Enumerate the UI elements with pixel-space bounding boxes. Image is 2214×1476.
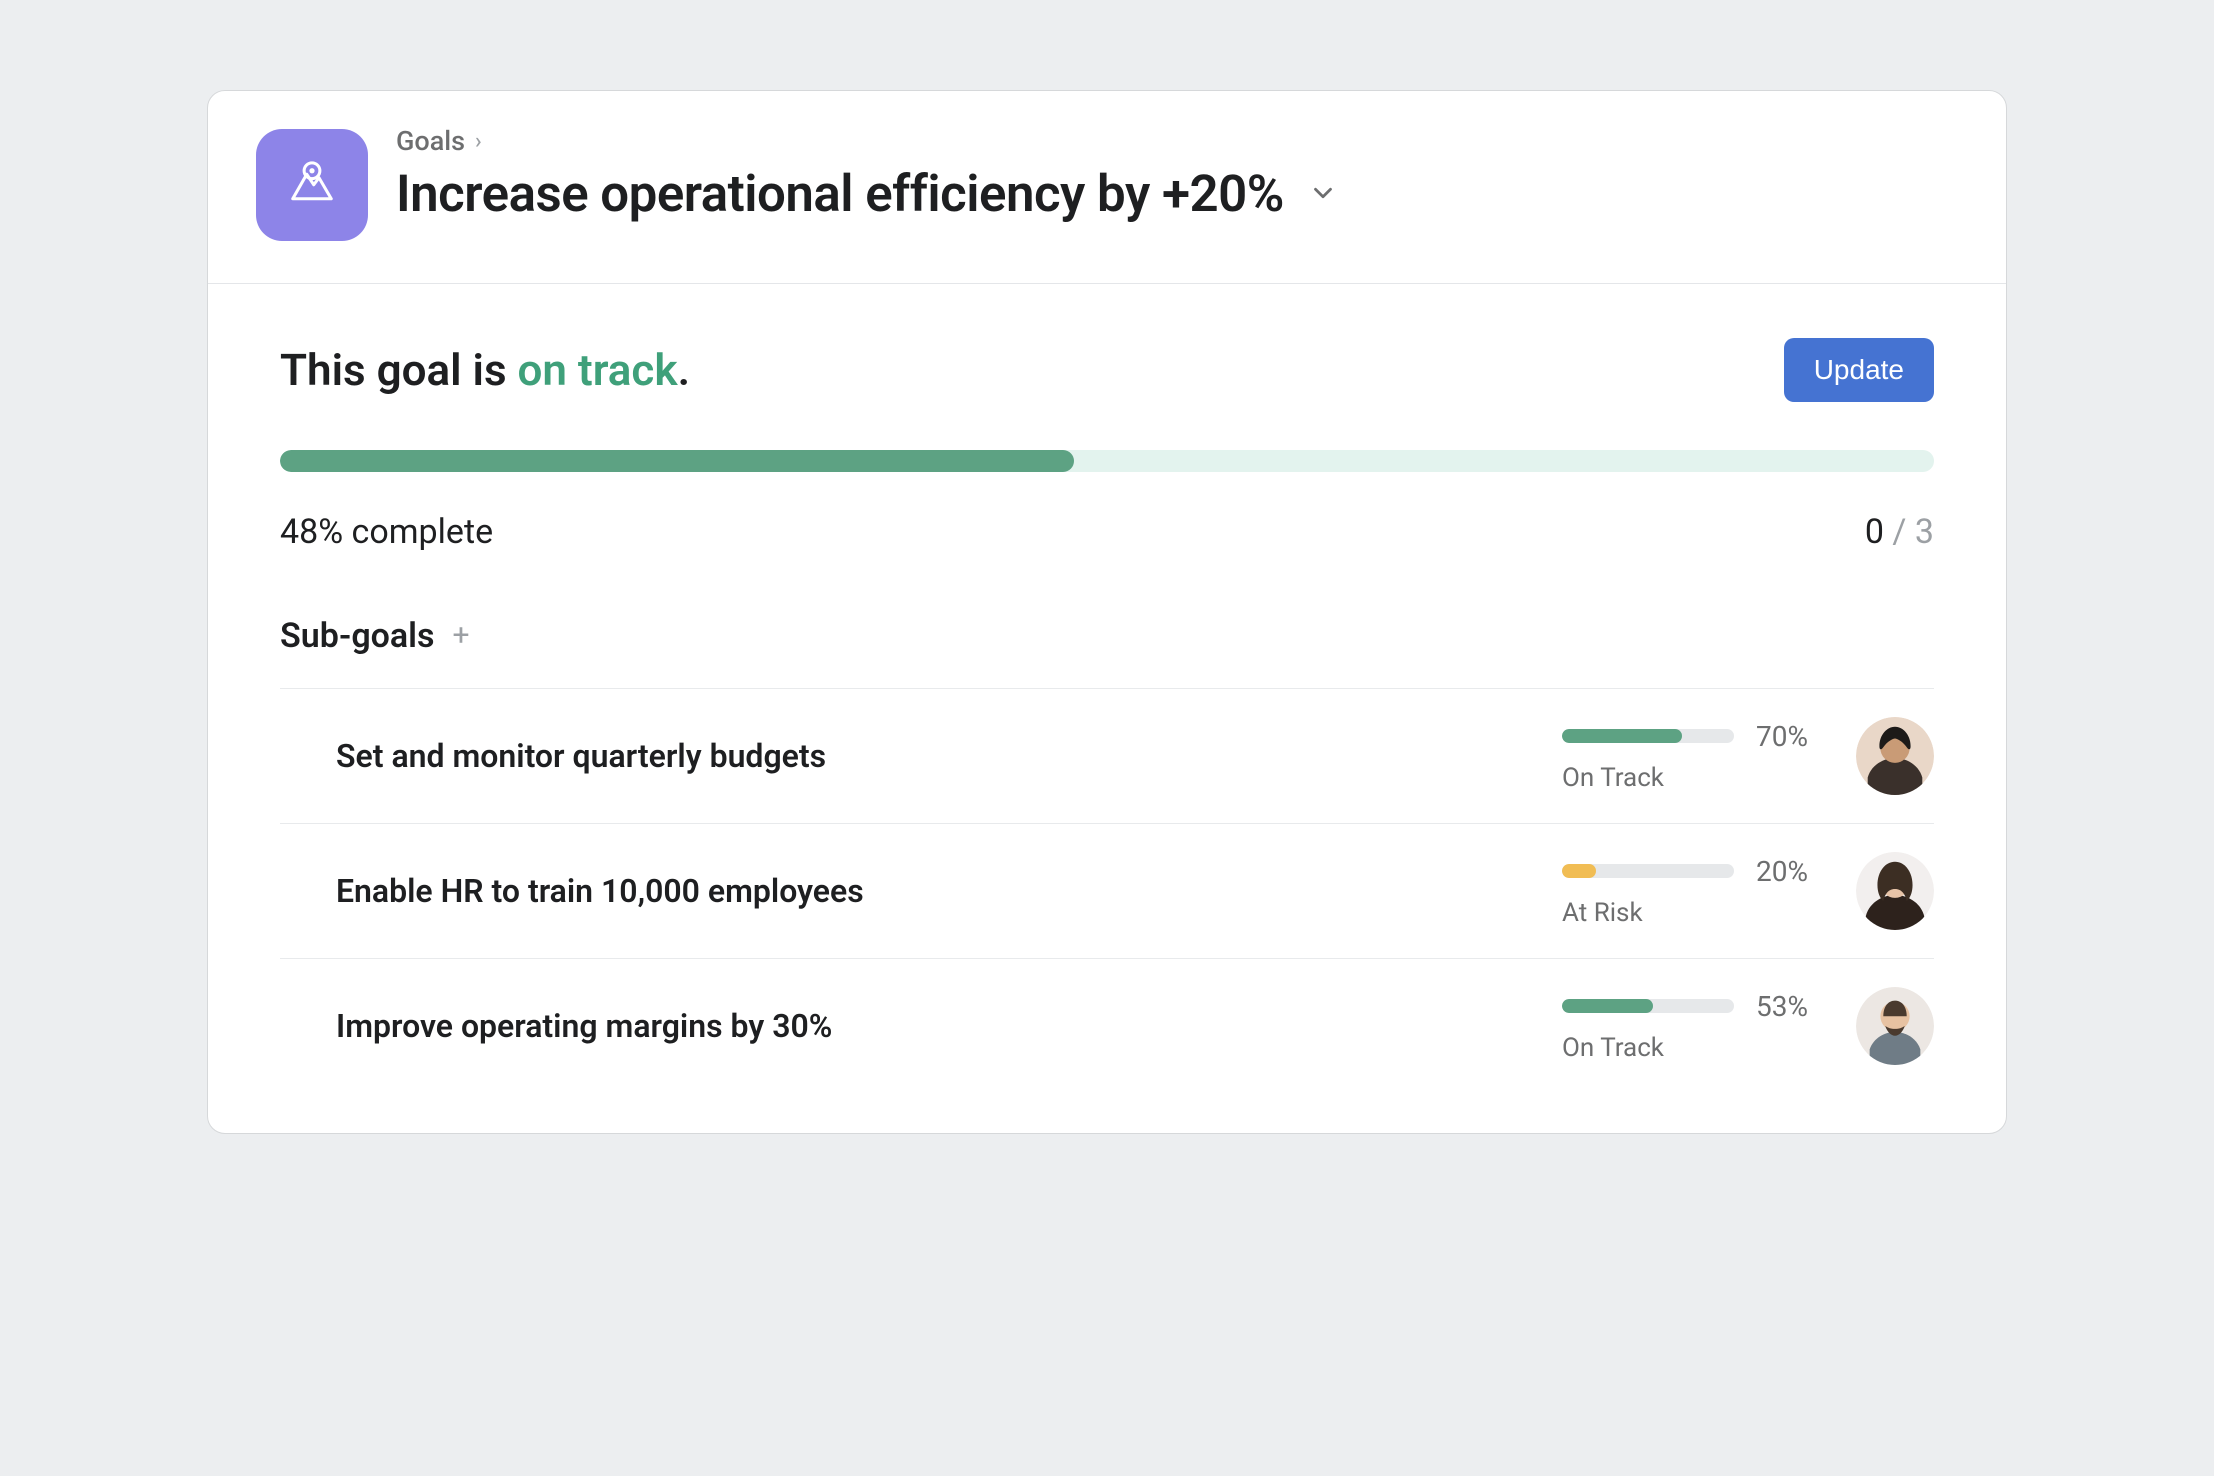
main-progress-bar (280, 450, 1934, 472)
subgoal-percent: 53% (1756, 990, 1820, 1023)
count-total: 3 (1915, 512, 1934, 552)
card-body: This goal is on track. Update 48% comple… (208, 284, 2006, 1133)
mini-progress-bar (1562, 729, 1734, 743)
subgoal-title: Set and monitor quarterly budgets (280, 737, 1538, 775)
page-title: Increase operational efficiency by +20% (396, 165, 1284, 224)
progress-label: 48% complete (280, 512, 493, 552)
goal-icon-tile (256, 129, 368, 241)
mini-progress-fill (1562, 999, 1653, 1013)
subgoal-status: On Track (1562, 1033, 1832, 1063)
subgoal-status: On Track (1562, 763, 1832, 793)
subgoal-progress: 70% On Track (1562, 720, 1832, 793)
subgoal-title: Enable HR to train 10,000 employees (280, 872, 1538, 910)
subgoal-row[interactable]: Set and monitor quarterly budgets 70% On… (280, 688, 1934, 823)
subgoal-status: At Risk (1562, 898, 1832, 928)
goal-detail-card: Goals › Increase operational efficiency … (207, 90, 2007, 1134)
status-suffix: . (678, 344, 691, 396)
count-completed: 0 (1865, 512, 1884, 552)
mini-progress-bar (1562, 864, 1734, 878)
subgoals-title: Sub-goals (280, 616, 434, 656)
subgoal-row[interactable]: Improve operating margins by 30% 53% On … (280, 958, 1934, 1093)
status-prefix: This goal is (280, 344, 518, 396)
subgoals-header: Sub-goals + (280, 616, 1934, 656)
mini-progress-bar (1562, 999, 1734, 1013)
header-text: Goals › Increase operational efficiency … (396, 125, 1338, 224)
subgoal-percent: 70% (1756, 720, 1820, 753)
subgoal-title: Improve operating margins by 30% (280, 1007, 1538, 1045)
chevron-down-icon[interactable] (1308, 178, 1338, 212)
status-row: This goal is on track. Update (280, 338, 1934, 402)
status-text: This goal is on track. (280, 344, 690, 396)
avatar[interactable] (1856, 717, 1934, 795)
subgoal-list: Set and monitor quarterly budgets 70% On… (280, 688, 1934, 1093)
subgoal-progress: 20% At Risk (1562, 855, 1832, 928)
subgoal-percent: 20% (1756, 855, 1820, 888)
main-progress-fill (280, 450, 1074, 472)
page-title-row: Increase operational efficiency by +20% (396, 165, 1338, 224)
mountain-flag-icon (284, 155, 340, 215)
mini-progress-fill (1562, 864, 1596, 878)
subgoal-row[interactable]: Enable HR to train 10,000 employees 20% … (280, 823, 1934, 958)
avatar[interactable] (1856, 987, 1934, 1065)
breadcrumb-label: Goals (396, 125, 465, 157)
progress-meta: 48% complete 0 / 3 (280, 512, 1934, 552)
mini-progress-fill (1562, 729, 1682, 743)
subgoal-count: 0 / 3 (1865, 512, 1934, 552)
subgoal-progress: 53% On Track (1562, 990, 1832, 1063)
status-value: on track (518, 344, 678, 396)
card-header: Goals › Increase operational efficiency … (208, 91, 2006, 284)
avatar[interactable] (1856, 852, 1934, 930)
update-button[interactable]: Update (1784, 338, 1934, 402)
breadcrumb[interactable]: Goals › (396, 125, 1338, 157)
plus-icon[interactable]: + (452, 621, 469, 651)
chevron-right-icon: › (475, 129, 482, 154)
count-separator: / (1892, 512, 1914, 552)
